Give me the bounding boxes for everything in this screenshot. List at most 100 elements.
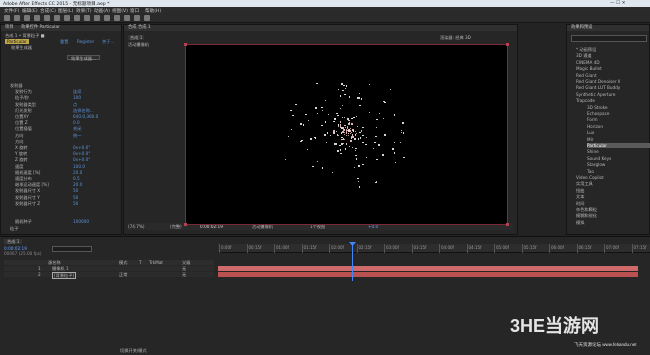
preset-item[interactable]: Mir xyxy=(587,137,650,142)
property-value[interactable]: 0.0 xyxy=(73,120,80,125)
layer-row-camera[interactable]: 1 摄像机 1 无 xyxy=(4,266,214,271)
effect-property-row[interactable]: 方向 统一 xyxy=(15,133,131,138)
preset-item[interactable]: 文本 xyxy=(576,194,646,199)
window-controls[interactable]: — ☐ ✕ xyxy=(610,1,625,6)
preset-item[interactable]: Trapcode xyxy=(576,98,646,103)
effect-builder-button[interactable]: 效果生成器... xyxy=(67,55,100,61)
property-value[interactable]: 100000 xyxy=(73,219,89,224)
effect-property-row[interactable]: 随机速度 [%] 20.0 xyxy=(15,170,131,175)
reset-link[interactable]: 重置 xyxy=(60,39,68,44)
corner-handle-top-right[interactable] xyxy=(506,43,509,46)
effect-property-row[interactable]: 速度分布 0.5 xyxy=(15,176,131,181)
corner-handle-top-left[interactable] xyxy=(184,43,187,46)
property-value[interactable]: 选择名称... xyxy=(73,108,94,113)
property-value[interactable]: 100 xyxy=(73,95,81,100)
register-link[interactable]: Register xyxy=(77,39,94,44)
preset-item[interactable]: 模糊和锐化 xyxy=(576,213,646,218)
property-value[interactable]: 关闭 xyxy=(73,126,81,131)
effect-property-row[interactable]: 随机种子 100000 xyxy=(15,219,131,224)
preset-item[interactable]: * 动画预设 xyxy=(576,47,646,52)
preset-item[interactable]: Red Giant Denoiser II xyxy=(576,79,646,84)
effect-property-row[interactable]: Y 旋转 0x+0.0° xyxy=(15,151,131,156)
effect-controls-tab[interactable]: 效果控件 Particular xyxy=(21,25,60,30)
effect-property-row[interactable]: 发射器尺寸 Y 50 xyxy=(15,195,131,200)
preset-item[interactable]: Shine xyxy=(587,149,650,154)
preset-item[interactable]: 3D Stroke xyxy=(587,105,650,110)
layer-name[interactable]: 摄像机 1 xyxy=(52,266,69,271)
preset-item[interactable]: Form xyxy=(587,117,650,122)
preset-item[interactable]: Synthetic Aperture xyxy=(576,92,646,97)
brush-tool-icon[interactable] xyxy=(104,15,110,21)
property-value[interactable]: 20.0 xyxy=(73,182,82,187)
select-tool-icon[interactable] xyxy=(14,15,20,21)
property-value[interactable]: 0x+0.0° xyxy=(73,151,90,156)
layer-name[interactable]: [背景粒子] xyxy=(52,272,77,279)
corner-handle-bottom-left[interactable] xyxy=(184,223,187,226)
property-value[interactable]: 50 xyxy=(73,188,78,193)
effect-property-row[interactable]: 继承运动速度 [%] 20.0 xyxy=(15,182,131,187)
effect-property-row[interactable]: 粒子/秒 100 xyxy=(15,95,131,100)
effect-property-row[interactable] xyxy=(15,213,131,218)
hand-tool-icon[interactable] xyxy=(24,15,30,21)
property-value[interactable]: 点 xyxy=(73,102,77,107)
preset-item[interactable]: Sound Keys xyxy=(587,156,650,161)
effect-property-row[interactable] xyxy=(15,207,131,212)
preset-item[interactable]: Echospace xyxy=(587,111,650,116)
preset-item[interactable]: Particular xyxy=(587,143,650,148)
property-value[interactable]: 连续 xyxy=(73,89,81,94)
preset-item[interactable]: Red Giant LUT Buddy xyxy=(576,85,646,90)
property-value[interactable]: 统一 xyxy=(73,133,81,138)
camera-layer-bar[interactable] xyxy=(218,266,638,271)
preset-item[interactable]: 时间 xyxy=(576,201,646,206)
preset-item[interactable]: 扭曲 xyxy=(576,188,646,193)
roto-tool-icon[interactable] xyxy=(134,15,140,21)
about-link[interactable]: 关于... xyxy=(102,39,114,44)
puppet-tool-icon[interactable] xyxy=(144,15,150,21)
preset-item[interactable]: Tao xyxy=(587,169,650,174)
property-value[interactable]: 50 xyxy=(73,195,78,200)
text-tool-icon[interactable] xyxy=(94,15,100,21)
effect-property-row[interactable]: 位置插值 关闭 xyxy=(15,126,131,131)
parent-dropdown[interactable]: 无 xyxy=(182,266,186,271)
particle-layer-bar[interactable] xyxy=(218,272,638,277)
property-value[interactable]: 640.0,360.0 xyxy=(73,114,98,119)
switches-modes-label[interactable]: 切换开关/模式 xyxy=(120,348,147,353)
effect-property-row[interactable]: 方向 xyxy=(15,139,131,144)
property-value[interactable]: 100.0 xyxy=(73,164,85,169)
viewer-tab[interactable]: 合成 合成 1 xyxy=(128,25,151,30)
preset-item[interactable]: Lux xyxy=(587,130,650,135)
shape-tool-icon[interactable] xyxy=(74,15,80,21)
property-value[interactable]: 0.5 xyxy=(73,176,80,181)
timeline-tab[interactable]: 合成 1 xyxy=(4,239,23,244)
effect-property-row[interactable]: 位置 Z 0.0 xyxy=(15,120,131,125)
rotate-tool-icon[interactable] xyxy=(44,15,50,21)
zoom-level[interactable]: (74.7%) xyxy=(128,224,145,229)
effect-property-row[interactable]: 发射器类型 点 xyxy=(15,102,131,107)
effect-property-row[interactable]: 发射器尺寸 Z 50 xyxy=(15,201,131,206)
composition-canvas[interactable] xyxy=(184,43,509,226)
playhead[interactable] xyxy=(352,243,353,281)
effect-property-row[interactable]: 发射器 xyxy=(10,83,126,88)
mode-dropdown[interactable]: 正常 xyxy=(119,272,127,277)
effect-property-row[interactable]: 发射行为 连续 xyxy=(15,89,131,94)
layer-row-particles[interactable]: 2 [背景粒子] 正常 无 xyxy=(4,272,214,279)
preset-item[interactable]: Red Giant xyxy=(576,73,646,78)
effect-property-row[interactable]: 粒子 xyxy=(10,226,126,231)
timeline-search-input[interactable] xyxy=(52,246,92,252)
effect-property-row[interactable]: 速度 100.0 xyxy=(15,164,131,169)
effect-property-row[interactable]: 位置XY 640.0,360.0 xyxy=(15,114,131,119)
property-value[interactable]: 0x+0.0° xyxy=(73,145,90,150)
effect-property-row[interactable]: 发射器尺寸 X 50 xyxy=(15,188,131,193)
preset-item[interactable]: 3D 通道 xyxy=(576,53,646,58)
parent-dropdown[interactable]: 无 xyxy=(182,272,186,277)
effect-property-row[interactable]: Z 旋转 0x+0.0° xyxy=(15,157,131,162)
eraser-tool-icon[interactable] xyxy=(124,15,130,21)
preset-item[interactable]: Magic Bullet xyxy=(576,66,646,71)
camera-tool-icon[interactable] xyxy=(54,15,60,21)
property-value[interactable]: 0x+0.0° xyxy=(73,157,90,162)
preset-item[interactable]: 模拟 xyxy=(576,220,646,225)
home-icon[interactable] xyxy=(4,15,10,21)
effect-property-row[interactable]: 灯光发射 选择名称... xyxy=(15,108,131,113)
pen-tool-icon[interactable] xyxy=(84,15,90,21)
preset-item[interactable]: 杂色和颗粒 xyxy=(576,207,646,212)
